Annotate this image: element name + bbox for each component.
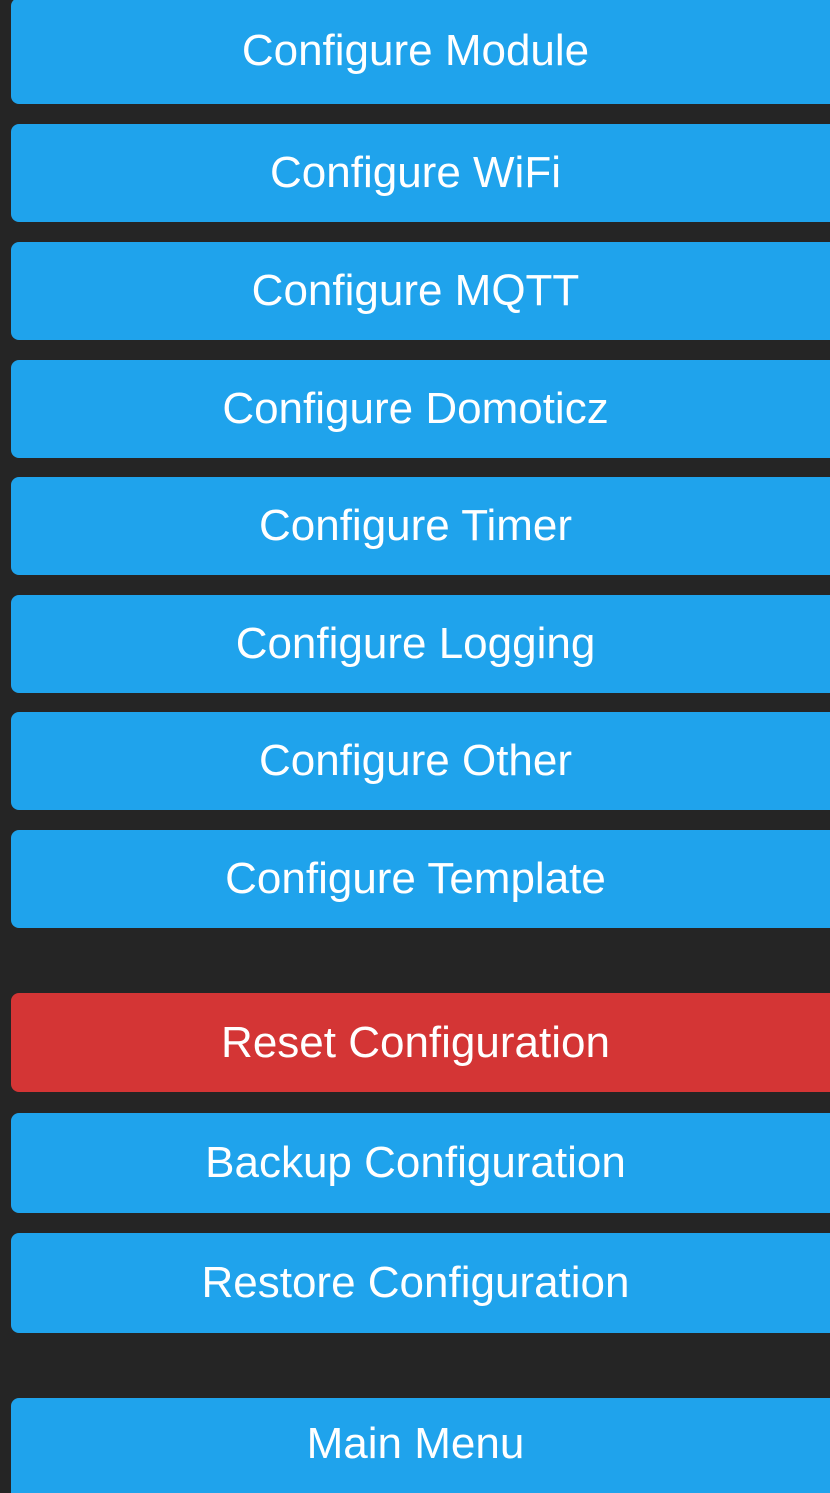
- configure-other-button[interactable]: Configure Other: [11, 712, 830, 810]
- configure-module-button[interactable]: Configure Module: [11, 0, 830, 104]
- configure-template-button[interactable]: Configure Template: [11, 830, 830, 928]
- configure-domoticz-label: Configure Domoticz: [222, 384, 609, 433]
- configure-module-label: Configure Module: [241, 26, 590, 75]
- restore-configuration-label: Restore Configuration: [201, 1258, 630, 1307]
- configuration-page: Configure Module Configure WiFi Configur…: [0, 0, 830, 1493]
- configure-domoticz-button[interactable]: Configure Domoticz: [11, 360, 830, 458]
- configure-other-label: Configure Other: [258, 736, 573, 785]
- reset-configuration-label: Reset Configuration: [221, 1017, 610, 1067]
- backup-configuration-button[interactable]: Backup Configuration: [11, 1113, 830, 1213]
- configure-logging-label: Configure Logging: [235, 619, 596, 668]
- main-menu-button[interactable]: Main Menu: [11, 1398, 830, 1493]
- reset-configuration-button[interactable]: Reset Configuration: [11, 993, 830, 1092]
- configure-wifi-label: Configure WiFi: [270, 148, 561, 197]
- main-menu-label: Main Menu: [306, 1418, 525, 1468]
- configure-mqtt-label: Configure MQTT: [251, 266, 580, 315]
- configure-timer-button[interactable]: Configure Timer: [11, 477, 830, 575]
- restore-configuration-button[interactable]: Restore Configuration: [11, 1233, 830, 1333]
- configure-wifi-button[interactable]: Configure WiFi: [11, 124, 830, 222]
- configure-timer-label: Configure Timer: [258, 501, 572, 550]
- configure-template-label: Configure Template: [225, 854, 606, 903]
- backup-configuration-label: Backup Configuration: [205, 1138, 626, 1187]
- configure-mqtt-button[interactable]: Configure MQTT: [11, 242, 830, 340]
- configure-logging-button[interactable]: Configure Logging: [11, 595, 830, 693]
